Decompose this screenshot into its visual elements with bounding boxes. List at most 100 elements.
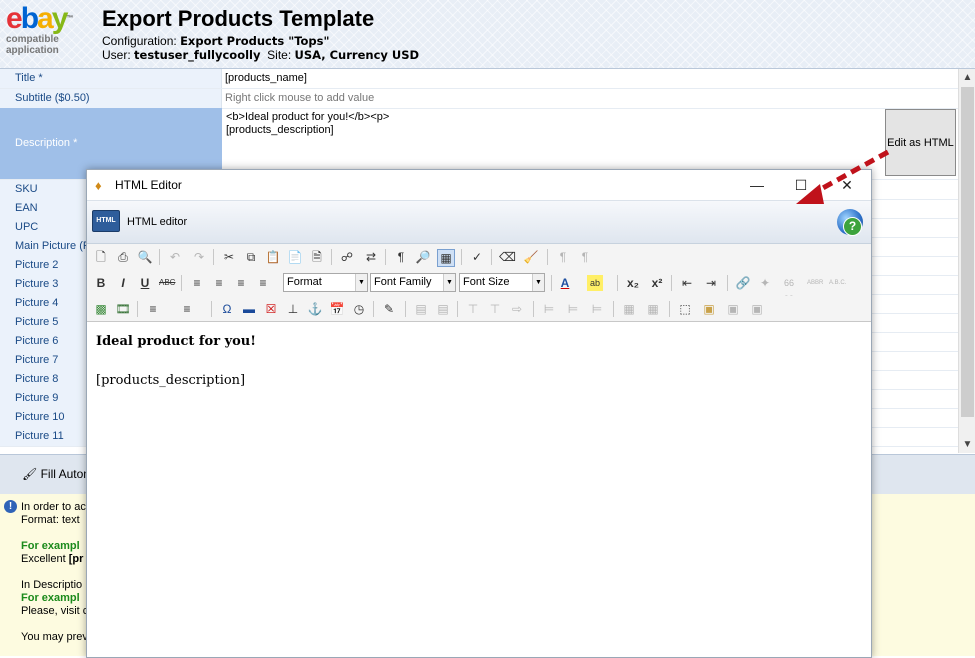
print-icon[interactable]: ⎙ — [115, 249, 131, 265]
indent-icon[interactable]: ⇥ — [703, 275, 719, 291]
font-family-select[interactable]: Font Family ▼ — [370, 273, 456, 292]
nonbreaking-icon[interactable]: ⊥ — [285, 301, 301, 317]
info-icon: ! — [4, 500, 17, 513]
time-icon[interactable]: ◷ — [351, 301, 367, 317]
anchor-icon[interactable]: ⚓ — [307, 301, 323, 317]
align-right-icon[interactable]: ≡ — [233, 275, 249, 291]
text-color-icon[interactable]: A — [557, 275, 573, 291]
format-select[interactable]: Format ▼ — [283, 273, 368, 292]
html-badge-icon: HTML — [92, 210, 120, 232]
fill-automatically-button[interactable]: 🖌 Fill Autom — [22, 467, 93, 481]
superscript-icon[interactable]: x² — [649, 275, 665, 291]
bold-icon[interactable]: B — [93, 275, 109, 291]
numbered-list-icon[interactable]: ≡ — [179, 301, 195, 317]
html-editor-dialog: ♦ HTML Editor — ☐ ✕ HTML HTML editor ? 🗋… — [86, 169, 872, 658]
delete-col-icon[interactable]: ⊨ — [589, 301, 605, 317]
editor-toolbar-3: ▩ 🎞 ≡ ≡ Ω ▬ ☒ ⊥ ⚓ 📅 ◷ ✎ ▤ ▤ ⊤ ⊤ ⇨ ⊨ ⊨ ⊨ … — [87, 296, 871, 322]
eraser-icon[interactable]: ⌫ — [499, 249, 516, 265]
table-cell-props-icon[interactable]: ▤ — [435, 301, 451, 317]
ebay-compatible-logo: ebay™ compatible application — [6, 2, 73, 57]
page-break-icon[interactable]: ☒ — [263, 301, 279, 317]
image-icon[interactable]: ▩ — [93, 301, 109, 317]
redo-icon[interactable]: ↷ — [191, 249, 207, 265]
page-title: Export Products Template — [102, 6, 375, 31]
chevron-down-icon: ▼ — [443, 274, 455, 291]
scroll-thumb[interactable] — [961, 87, 974, 417]
clean-format-icon[interactable]: 🧹 — [523, 249, 539, 265]
field-label: Title * — [0, 69, 222, 88]
abbr-icon[interactable]: ABBR — [807, 275, 823, 291]
pilcrow-icon[interactable]: ¶ — [393, 249, 409, 265]
undo-icon[interactable]: ↶ — [167, 249, 183, 265]
paste-word-icon[interactable]: 🗎 — [309, 249, 325, 265]
chevron-down-icon: ▼ — [532, 274, 544, 291]
strikethrough-icon[interactable]: ABC — [159, 275, 175, 291]
annotation-arrow — [796, 149, 890, 204]
dialog-titlebar[interactable]: ♦ HTML Editor — ☐ ✕ — [87, 170, 871, 200]
find-icon[interactable]: ☍ — [339, 249, 355, 265]
bullet-list-icon[interactable]: ≡ — [145, 301, 161, 317]
new-document-icon[interactable]: 🗋 — [93, 249, 109, 265]
minimize-icon[interactable]: — — [745, 174, 769, 196]
visual-aid-icon[interactable]: ⬚ — [677, 301, 693, 317]
date-icon[interactable]: 📅 — [329, 301, 345, 317]
outdent-icon[interactable]: ⇤ — [679, 275, 695, 291]
zoom-icon[interactable]: 🔎 — [415, 249, 431, 265]
grid-scrollbar[interactable]: ▲ ▼ — [958, 69, 975, 453]
media-icon[interactable]: 🎞 — [115, 301, 131, 317]
scroll-down-icon[interactable]: ▼ — [959, 436, 975, 453]
paste-text-icon[interactable]: 📄 — [287, 249, 303, 265]
layer-icon[interactable]: ▣ — [701, 301, 717, 317]
special-char-icon[interactable]: Ω — [219, 301, 235, 317]
editor-toolbar-1: 🗋 ⎙ 🔍 ↶ ↷ ✂ ⧉ 📋 📄 🗎 ☍ ⇄ ¶ 🔎 ▦ ✓ ⌫ 🧹 ¶ ¶ — [87, 244, 871, 270]
edit-source-icon[interactable]: ✎ — [381, 301, 397, 317]
delete-row-icon[interactable]: ⇨ — [509, 301, 525, 317]
paste-icon[interactable]: 📋 — [265, 249, 281, 265]
editor-toolbar-2: B I U ABC ≡ ≡ ≡ ≡ Format ▼ Font Family ▼ F… — [87, 270, 871, 304]
layer-back-icon[interactable]: ▣ — [725, 301, 741, 317]
field-label: Subtitle ($0.50) — [0, 89, 222, 108]
align-center-icon[interactable]: ≡ — [211, 275, 227, 291]
insert-row-after-icon[interactable]: ⊤ — [487, 301, 503, 317]
highlight-color-icon[interactable]: ab — [587, 275, 603, 291]
editor-content-area[interactable]: Ideal product for you! [products_descrip… — [87, 321, 871, 658]
font-size-select[interactable]: Font Size ▼ — [459, 273, 545, 292]
italic-icon[interactable]: I — [115, 275, 131, 291]
diamond-icon: ♦ — [95, 178, 102, 193]
field-value[interactable]: [products_name] — [225, 69, 307, 88]
absolute-position-icon[interactable]: ▣ — [749, 301, 765, 317]
merge-cells-icon[interactable]: ▦ — [645, 301, 661, 317]
grid-toggle-icon[interactable]: ▦ — [437, 249, 455, 267]
field-row-title[interactable]: Title * [products_name] — [0, 69, 958, 89]
insert-row-before-icon[interactable]: ⊤ — [465, 301, 481, 317]
ltr-icon[interactable]: ¶ — [555, 249, 571, 265]
preview-icon[interactable]: 🔍 — [137, 249, 153, 265]
field-row-subtitle[interactable]: Subtitle ($0.50) Right click mouse to ad… — [0, 89, 958, 109]
underline-icon[interactable]: U — [137, 275, 153, 291]
configuration-info: Configuration: Export Products "Tops" Us… — [102, 34, 420, 62]
scroll-up-icon[interactable]: ▲ — [959, 69, 975, 86]
brush-icon: 🖌 — [22, 467, 38, 481]
acronym-icon[interactable]: A.B.C. — [829, 275, 846, 291]
align-left-icon[interactable]: ≡ — [189, 275, 205, 291]
insert-col-before-icon[interactable]: ⊨ — [541, 301, 557, 317]
field-value[interactable]: <b>Ideal product for you!</b><p> [produc… — [226, 111, 389, 137]
spellcheck-icon[interactable]: ✓ — [469, 249, 485, 265]
editor-banner: HTML HTML editor ? — [87, 200, 871, 244]
quote-icon[interactable]: 66 99 — [781, 275, 797, 304]
subscript-icon[interactable]: x₂ — [625, 275, 641, 291]
align-justify-icon[interactable]: ≡ — [255, 275, 271, 291]
table-row-props-icon[interactable]: ▤ — [413, 301, 429, 317]
split-cells-icon[interactable]: ▦ — [621, 301, 637, 317]
unlink-icon[interactable]: ✦ — [757, 275, 773, 291]
rtl-icon[interactable]: ¶ — [577, 249, 593, 265]
link-icon[interactable]: 🔗 — [735, 275, 751, 291]
field-value[interactable]: Right click mouse to add value — [225, 89, 374, 108]
cut-icon[interactable]: ✂ — [221, 249, 237, 265]
copy-icon[interactable]: ⧉ — [243, 249, 259, 265]
horizontal-rule-icon[interactable]: ▬ — [241, 301, 257, 317]
insert-col-after-icon[interactable]: ⊨ — [565, 301, 581, 317]
app-header: ebay™ compatible application Export Prod… — [0, 0, 975, 69]
replace-icon[interactable]: ⇄ — [363, 249, 379, 265]
chevron-down-icon: ▼ — [355, 274, 367, 291]
